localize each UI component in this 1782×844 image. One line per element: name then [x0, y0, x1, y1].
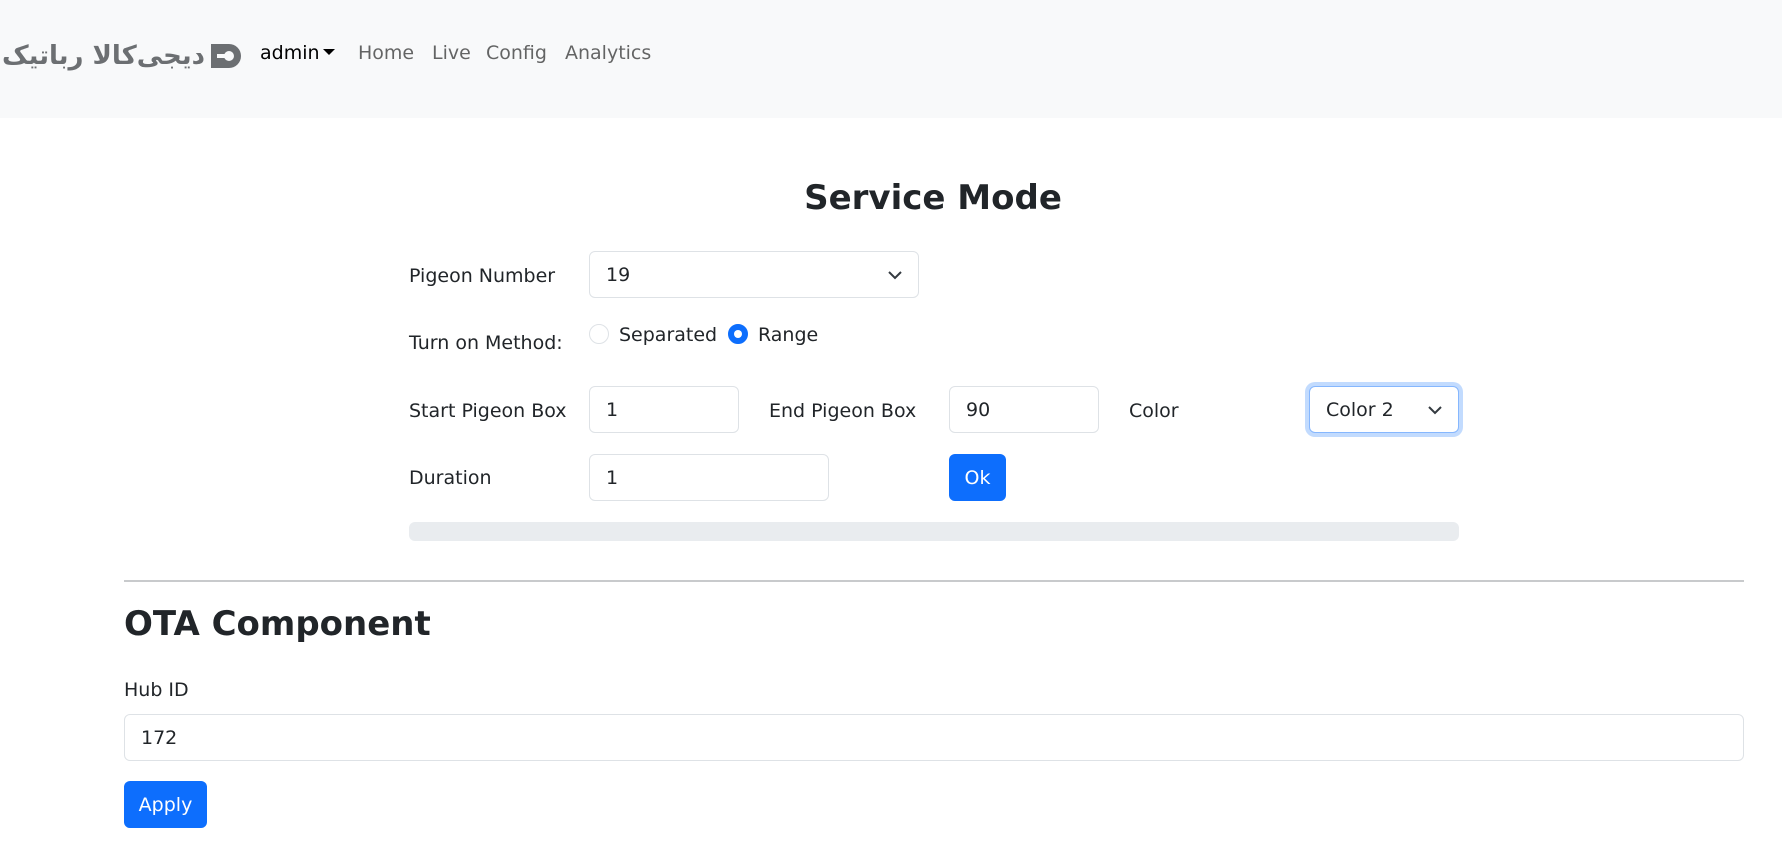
- color-select[interactable]: Color 2: [1309, 386, 1459, 433]
- service-mode-title: Service Mode: [804, 178, 1062, 218]
- pigeon-number-select[interactable]: 19: [589, 251, 919, 298]
- hub-id-value: 172: [141, 726, 178, 749]
- color-label: Color: [1129, 400, 1179, 422]
- nav-link-home[interactable]: Home: [358, 42, 414, 64]
- progress-bar: [409, 522, 1459, 541]
- ota-component-title: OTA Component: [124, 604, 431, 644]
- nav-link-config[interactable]: Config: [486, 42, 547, 64]
- hub-id-label: Hub ID: [124, 679, 189, 701]
- radio-separated-label: Separated: [619, 324, 718, 346]
- start-pigeon-box-label: Start Pigeon Box: [409, 400, 567, 422]
- brand-logo-text: دیجی‌کالا رباتیک: [2, 41, 206, 71]
- duration-value: 1: [606, 466, 619, 489]
- user-menu-label: admin: [260, 42, 320, 64]
- pigeon-number-value: 19: [606, 263, 631, 286]
- end-pigeon-box-value: 90: [966, 398, 991, 421]
- start-pigeon-box-input[interactable]: 1: [589, 386, 739, 433]
- color-select-value: Color 2: [1326, 398, 1394, 421]
- duration-label: Duration: [409, 467, 492, 489]
- pigeon-number-label: Pigeon Number: [409, 265, 556, 287]
- brand-logo-icon: [210, 44, 241, 68]
- start-pigeon-box-value: 1: [606, 398, 619, 421]
- hub-id-input[interactable]: 172: [124, 714, 1744, 761]
- nav-link-analytics[interactable]: Analytics: [565, 42, 651, 64]
- ok-button[interactable]: Ok: [949, 454, 1006, 501]
- nav-link-live[interactable]: Live: [432, 42, 471, 64]
- duration-input[interactable]: 1: [589, 454, 829, 501]
- caret-down-icon: [322, 49, 335, 55]
- chevron-down-icon: [888, 270, 902, 279]
- end-pigeon-box-label: End Pigeon Box: [769, 400, 917, 422]
- radio-range-label: Range: [758, 324, 819, 346]
- brand-logo[interactable]: دیجی‌کالا رباتیک: [2, 36, 245, 76]
- apply-button[interactable]: Apply: [124, 781, 207, 828]
- radio-range[interactable]: [728, 324, 748, 344]
- radio-separated[interactable]: [589, 324, 609, 344]
- user-menu-toggle[interactable]: admin: [260, 42, 335, 64]
- end-pigeon-box-input[interactable]: 90: [949, 386, 1099, 433]
- turn-on-method-label: Turn on Method:: [409, 332, 563, 354]
- navbar: دیجی‌کالا رباتیک admin Home Live Config …: [0, 0, 1782, 118]
- section-divider: [124, 580, 1744, 582]
- chevron-down-icon: [1428, 405, 1442, 414]
